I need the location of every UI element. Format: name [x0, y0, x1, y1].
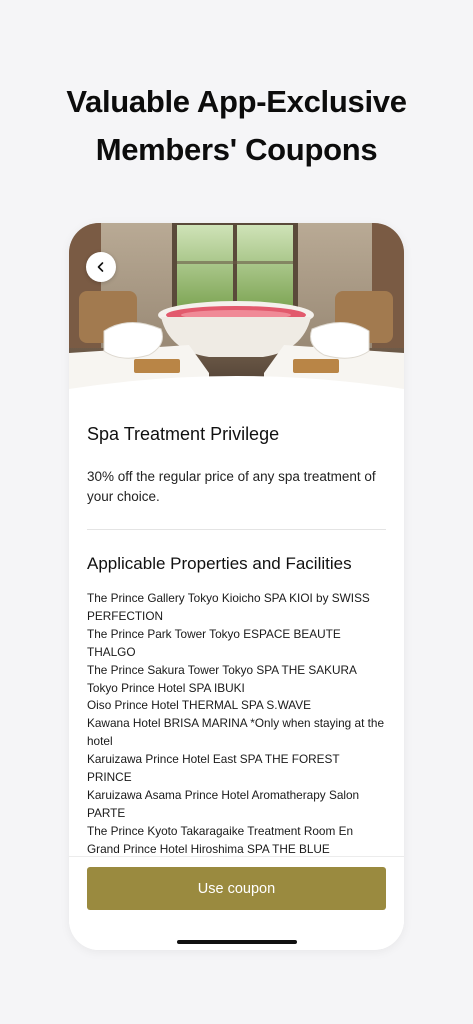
headline-line-2: Members' Coupons — [95, 132, 378, 167]
home-indicator[interactable] — [177, 940, 297, 944]
headline: Valuable App-Exclusive Members' Coupons — [0, 78, 473, 174]
list-item: Karuizawa Asama Prince Hotel Aromatherap… — [87, 787, 360, 820]
list-item: Oiso Prince Hotel THERMAL SPA S.WAVE — [87, 698, 311, 713]
list-item: Grand Prince Hotel Hiroshima SPA THE BLU… — [87, 841, 330, 856]
back-button[interactable] — [86, 252, 116, 282]
footer-bar: Use coupon — [69, 856, 404, 950]
list-item: Tokyo Prince Hotel SPA IBUKI — [87, 680, 245, 695]
list-item: The Prince Gallery Tokyo Kioicho SPA KIO… — [87, 591, 370, 623]
list-item: Kawana Hotel BRISA MARINA *Only when sta… — [87, 716, 385, 749]
spa-hero-image — [69, 223, 404, 398]
coupon-description: 30% off the regular price of any spa tre… — [87, 469, 376, 504]
use-coupon-button[interactable]: Use coupon — [87, 867, 386, 910]
list-item: The Prince Sakura Tower Tokyo SPA THE SA… — [87, 662, 357, 677]
section-title-properties: Applicable Properties and Facilities — [87, 554, 352, 573]
coupon-details[interactable]: Spa Treatment Privilege 30% off the regu… — [69, 398, 404, 856]
phone-screen: Spa Treatment Privilege 30% off the regu… — [69, 223, 404, 950]
chevron-left-icon — [95, 261, 107, 273]
list-item: Karuizawa Prince Hotel East SPA THE FORE… — [87, 752, 340, 785]
property-list: The Prince Gallery Tokyo Kioicho SPA KIO… — [87, 590, 386, 856]
coupon-title: Spa Treatment Privilege — [87, 424, 280, 444]
list-item: The Prince Kyoto Takaragaike Treatment R… — [87, 823, 353, 838]
headline-line-1: Valuable App-Exclusive — [66, 84, 407, 119]
divider — [87, 529, 386, 530]
list-item: The Prince Park Tower Tokyo ESPACE BEAUT… — [87, 626, 341, 659]
